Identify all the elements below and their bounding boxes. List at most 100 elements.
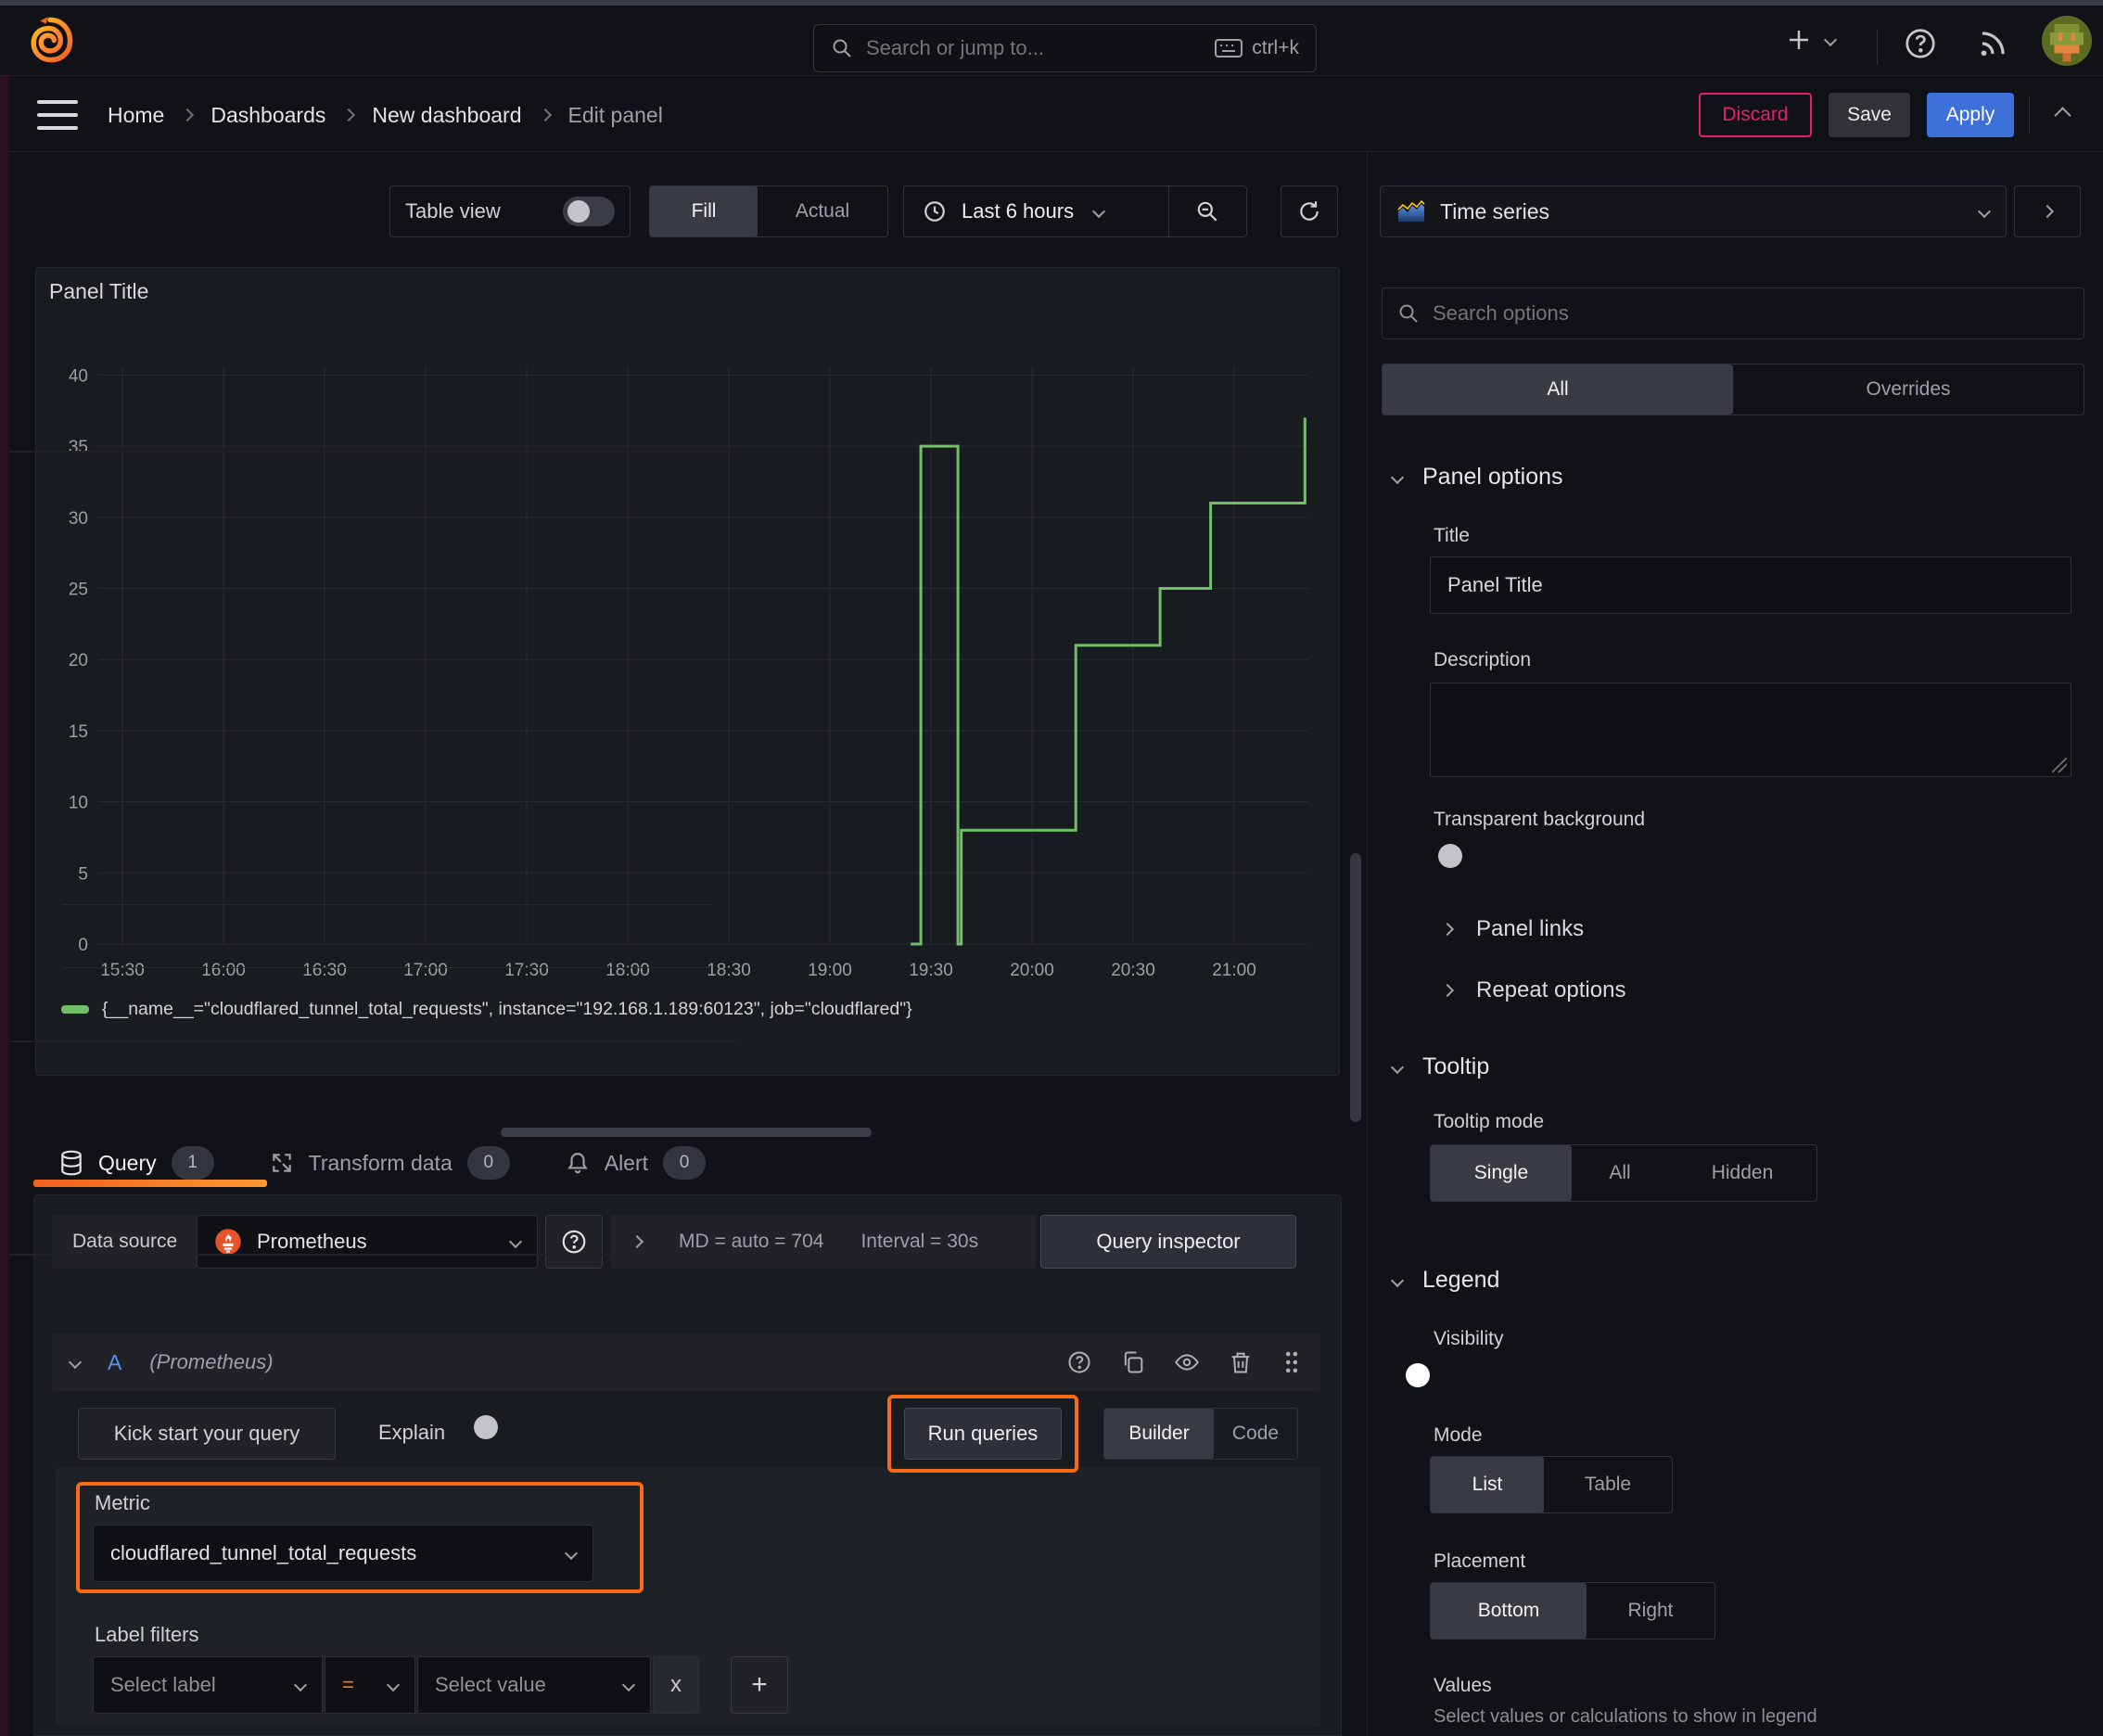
select-label-dropdown[interactable]: Select label [93, 1656, 323, 1714]
tooltip-mode-single[interactable]: Single [1431, 1145, 1572, 1201]
datasource-picker[interactable]: Prometheus [197, 1215, 538, 1269]
breadcrumb-item[interactable]: New dashboard [372, 103, 521, 128]
select-value-dropdown[interactable]: Select value [417, 1656, 651, 1714]
search-input[interactable] [866, 36, 1203, 60]
tab-all[interactable]: All [1383, 364, 1733, 415]
legend-values-label: Values [1434, 1675, 1492, 1696]
zoom-out-button[interactable] [1169, 186, 1247, 236]
run-queries-button[interactable]: Run queries [904, 1408, 1062, 1460]
new-menu[interactable] [1785, 26, 1838, 54]
tab-alert[interactable]: Alert 0 [566, 1146, 707, 1180]
time-range-button[interactable]: Last 6 hours [904, 186, 1168, 236]
legend-mode-list[interactable]: List [1431, 1457, 1544, 1513]
code-option[interactable]: Code [1214, 1409, 1297, 1459]
table-view-toggle[interactable] [563, 197, 615, 226]
drag-handle-icon[interactable] [1281, 1349, 1302, 1375]
breadcrumb-bar: Home Dashboards New dashboard Edit panel Di… [0, 76, 2103, 152]
section-divider [0, 1040, 736, 1042]
options-search[interactable] [1382, 287, 2084, 339]
collapse-panel-chevron-up-icon[interactable] [2046, 102, 2079, 128]
legend-values-help: Select values or calculations to show in… [1434, 1706, 1817, 1727]
tab-transform-data[interactable]: Transform data 0 [270, 1146, 510, 1180]
chevron-right-icon [630, 1234, 644, 1249]
section-divider [0, 451, 736, 453]
global-search[interactable]: ctrl+k [813, 24, 1317, 72]
actual-option[interactable]: Actual [758, 186, 887, 236]
zoom-out-icon [1197, 201, 1217, 222]
legend-series-label[interactable]: {__name__="cloudflared_tunnel_total_requ… [102, 999, 912, 1020]
query-inspector-button[interactable]: Query inspector [1040, 1215, 1296, 1269]
tooltip-mode-all[interactable]: All [1572, 1145, 1668, 1201]
query-options-strip[interactable]: MD = auto = 704 Interval = 30s [610, 1215, 1037, 1269]
content-scrollbar[interactable] [1350, 853, 1361, 1122]
grafana-logo-icon[interactable] [24, 14, 76, 66]
tab-alert-label: Alert [604, 1150, 649, 1175]
query-help-icon[interactable] [1066, 1349, 1092, 1375]
panel-options-header[interactable]: Panel options [1390, 464, 1563, 491]
legend-mode-table[interactable]: Table [1544, 1457, 1672, 1513]
fill-option[interactable]: Fill [650, 186, 758, 236]
legend-placement-group: Bottom Right [1430, 1582, 1715, 1640]
refresh-button[interactable] [1281, 185, 1338, 237]
fill-actual-switch: Fill Actual [649, 185, 888, 237]
repeat-options-section[interactable]: Repeat options [1440, 977, 1625, 1003]
panel-title-input[interactable] [1430, 556, 2071, 614]
help-circle-icon [562, 1230, 586, 1254]
datasource-help-button[interactable] [545, 1215, 603, 1269]
svg-text:19:00: 19:00 [808, 961, 852, 980]
avatar[interactable] [2042, 16, 2092, 66]
breadcrumb-item[interactable]: Edit panel [568, 103, 663, 128]
database-icon [59, 1150, 83, 1176]
panel-links-label: Panel links [1476, 916, 1585, 941]
svg-text:17:30: 17:30 [504, 961, 549, 980]
delete-query-trash-icon[interactable] [1228, 1349, 1254, 1375]
panel-resize-handle[interactable] [501, 1128, 872, 1137]
legend-header[interactable]: Legend [1390, 1267, 1499, 1294]
hide-query-eye-icon[interactable] [1174, 1349, 1200, 1375]
breadcrumb-item[interactable]: Home [108, 103, 164, 128]
time-series-chart[interactable]: 0 5 10 15 20 25 30 35 40 15:30 16:00 16:30 17:00 17:3… [36, 268, 1339, 1075]
query-ref-id: A [108, 1349, 122, 1374]
kick-start-query-button[interactable]: Kick start your query [78, 1408, 336, 1460]
top-nav-bar: ctrl+k [0, 6, 2103, 76]
metric-select[interactable]: cloudflared_tunnel_total_requests [93, 1525, 593, 1582]
save-button[interactable]: Save [1829, 93, 1910, 137]
legend-placement-right[interactable]: Right [1587, 1583, 1714, 1639]
legend-series-marker[interactable] [61, 1005, 89, 1014]
panel-preview: Panel Title 0 5 10 15 20 25 30 35 40 15:30 16:00 16… [35, 267, 1340, 1076]
discard-button[interactable]: Discard [1699, 93, 1812, 137]
tooltip-mode-hidden[interactable]: Hidden [1668, 1145, 1816, 1201]
divider [63, 904, 710, 905]
help-icon[interactable] [1903, 26, 1938, 61]
active-tab-underline [33, 1180, 267, 1187]
search-icon [831, 37, 853, 59]
builder-option[interactable]: Builder [1104, 1409, 1214, 1459]
operator-value: = [342, 1673, 354, 1696]
svg-text:25: 25 [69, 581, 88, 600]
panel-links-section[interactable]: Panel links [1440, 916, 1585, 942]
menu-toggle-icon[interactable] [37, 100, 78, 130]
tab-query[interactable]: Query 1 [59, 1146, 214, 1180]
time-range-label: Last 6 hours [962, 199, 1075, 223]
breadcrumb-item[interactable]: Dashboards [210, 103, 325, 128]
visualization-picker[interactable]: Time series [1380, 185, 2007, 237]
tooltip-header[interactable]: Tooltip [1390, 1053, 1489, 1080]
svg-text:20: 20 [69, 651, 88, 670]
toggle-viz-picker-button[interactable] [2014, 185, 2081, 237]
explain-label: Explain [378, 1421, 446, 1444]
panel-description-input[interactable] [1430, 683, 2071, 777]
keyboard-icon [1215, 38, 1243, 58]
chevron-down-icon [1977, 204, 1992, 219]
legend-placement-bottom[interactable]: Bottom [1431, 1583, 1587, 1639]
operator-dropdown[interactable]: = [325, 1656, 415, 1714]
duplicate-query-icon[interactable] [1120, 1349, 1146, 1375]
options-search-input[interactable] [1433, 301, 2069, 326]
add-filter-button[interactable]: + [731, 1656, 788, 1714]
query-row-header[interactable]: A (Prometheus) [52, 1334, 1320, 1391]
apply-button[interactable]: Apply [1927, 93, 2014, 137]
builder-code-switch: Builder Code [1103, 1408, 1298, 1460]
remove-filter-button[interactable]: x [653, 1656, 699, 1714]
collapse-query-chevron-icon [68, 1355, 83, 1370]
tab-overrides[interactable]: Overrides [1733, 364, 2084, 415]
news-rss-icon[interactable] [1975, 26, 2010, 61]
